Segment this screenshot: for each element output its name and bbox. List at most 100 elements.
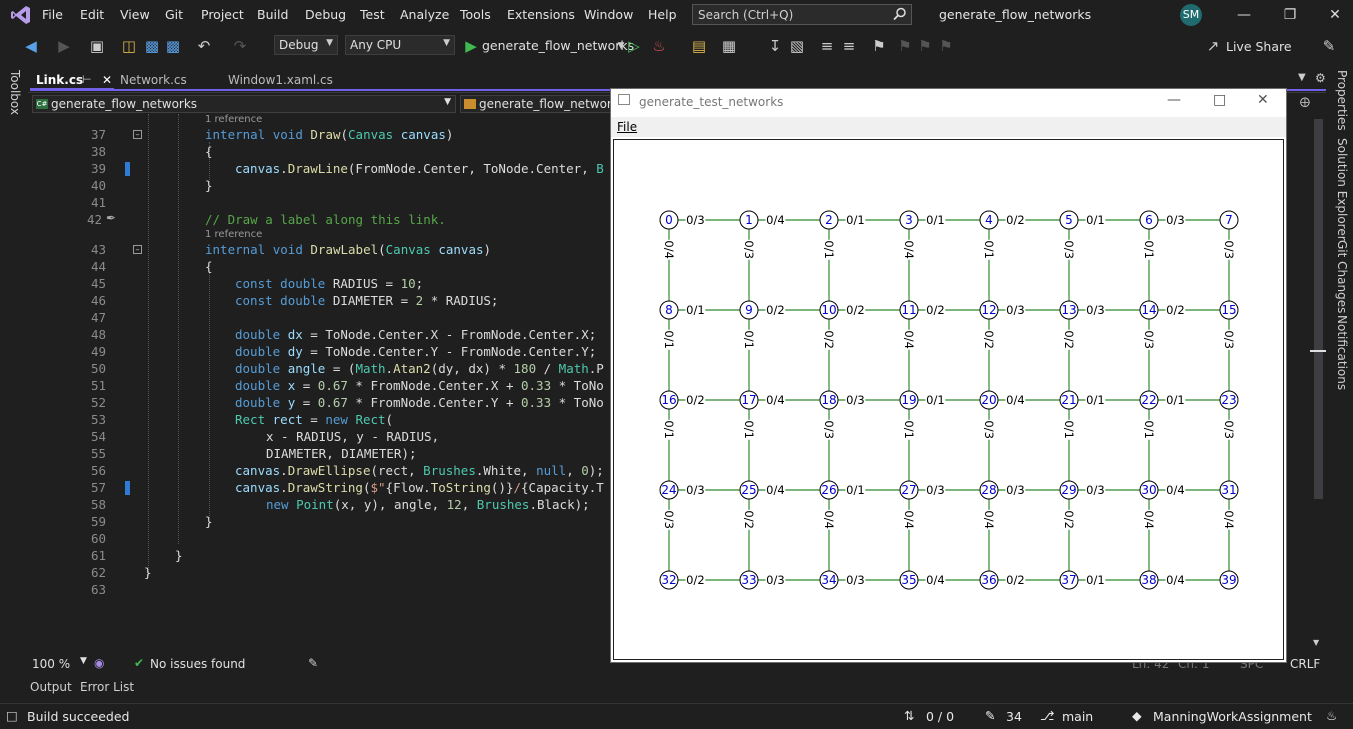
node-id-label: 25 — [741, 483, 756, 497]
network-canvas[interactable]: 0/3 0/4 0/1 0/1 0/2 0/1 0/3 0/1 0/2 0/2 0/2 0/3 0/3 0… — [613, 139, 1284, 660]
menu-view[interactable]: View — [120, 7, 150, 22]
start-without-debugging-icon[interactable]: ▷ — [625, 37, 643, 55]
solution-explorer-icon[interactable]: ▤ — [690, 37, 708, 55]
minimize-icon[interactable]: — — [1233, 4, 1255, 26]
code-line: x - RADIUS, y - RADIUS, — [266, 429, 440, 444]
app-menu-file[interactable]: File — [617, 120, 637, 134]
repository-name[interactable]: ManningWorkAssignment — [1153, 709, 1312, 724]
menu-analyze[interactable]: Analyze — [400, 7, 449, 22]
editor-scrollbar[interactable]: ▼ — [1310, 114, 1326, 654]
app-window[interactable]: generate_test_networks — □ ✕ File 0/3 0/4… — [610, 88, 1287, 663]
user-avatar[interactable]: SM — [1180, 4, 1202, 26]
split-icon[interactable]: ⨁ — [1300, 97, 1310, 108]
toolbox-tab[interactable]: Toolbox — [8, 70, 22, 115]
menu-help[interactable]: Help — [648, 7, 677, 22]
git-changes-tab[interactable]: Git Changes — [1335, 240, 1349, 313]
save-icon[interactable]: ▩ — [143, 37, 161, 55]
pending-changes[interactable]: 34 — [1006, 709, 1022, 724]
notifications-tab[interactable]: Notifications — [1335, 315, 1349, 390]
platform-select[interactable]: Any CPU ▼ — [345, 35, 455, 55]
back-icon[interactable]: ◀ — [22, 37, 40, 55]
node-id-label: 27 — [901, 483, 916, 497]
codelens-reference[interactable]: 1 reference — [205, 229, 262, 240]
configuration-value: Debug — [279, 38, 319, 52]
title-bar: File Edit View Git Project Build Debug T… — [0, 0, 1353, 30]
restore-icon[interactable]: ❐ — [1279, 4, 1301, 26]
tab-window1-xaml-cs[interactable]: Window1.xaml.cs — [222, 70, 333, 90]
solution-explorer-tab[interactable]: Solution Explorer — [1335, 138, 1349, 241]
scrollbar-thumb[interactable] — [1314, 119, 1323, 499]
menu-extensions[interactable]: Extensions — [507, 7, 575, 22]
app-close-icon[interactable]: ✕ — [1257, 92, 1269, 108]
menu-tools[interactable]: Tools — [460, 7, 491, 22]
bookmark-clear-icon[interactable]: ⚑ — [937, 37, 955, 55]
link-flow-label: 0/1 — [846, 483, 865, 497]
code-line: } — [205, 514, 213, 529]
codelens-reference[interactable]: 1 reference — [205, 114, 262, 125]
tab-list-chevron-icon[interactable]: ▼ — [1298, 72, 1306, 83]
configuration-select[interactable]: Debug ▼ — [274, 35, 338, 55]
menu-debug[interactable]: Debug — [305, 7, 346, 22]
forward-icon[interactable]: ▶ — [55, 37, 73, 55]
app-maximize-icon[interactable]: □ — [1213, 92, 1226, 108]
menu-git[interactable]: Git — [165, 7, 183, 22]
menu-project[interactable]: Project — [201, 7, 244, 22]
menu-file[interactable]: File — [42, 7, 63, 22]
tab-error-list[interactable]: Error List — [80, 680, 134, 694]
close-icon[interactable]: ✕ — [1324, 4, 1346, 26]
line-number: 51 — [90, 378, 106, 393]
window-icon[interactable]: ▧ — [788, 37, 806, 55]
menu-edit[interactable]: Edit — [80, 7, 104, 22]
collapse-icon[interactable]: – — [133, 130, 142, 139]
copilot-icon[interactable]: ◉ — [94, 656, 104, 670]
live-share-button[interactable]: Live Share — [1226, 39, 1292, 54]
bookmark-icon[interactable]: ⚑ — [870, 37, 888, 55]
menu-build[interactable]: Build — [257, 7, 288, 22]
start-debugging-icon[interactable]: ▶ — [462, 37, 480, 55]
flow-network-graph: 0/3 0/4 0/1 0/1 0/2 0/1 0/3 0/1 0/2 0/2 0/2 0/3 0/3 0… — [659, 210, 1239, 590]
collapse-icon[interactable]: – — [133, 245, 142, 254]
search-input[interactable]: Search (Ctrl+Q) — [692, 4, 912, 25]
branch-name[interactable]: main — [1062, 709, 1093, 724]
settings-gear-icon[interactable]: ⚙ — [1315, 71, 1326, 85]
notifications-bell-icon[interactable]: ♨ — [1326, 708, 1337, 723]
live-share-icon[interactable]: ↗ — [1204, 37, 1222, 55]
step-icon[interactable]: ↧ — [766, 37, 784, 55]
layout-icon[interactable]: ▦ — [720, 37, 738, 55]
hot-reload-icon[interactable]: ♨ — [650, 37, 668, 55]
pin-icon[interactable]: ⊢ — [82, 70, 92, 90]
new-project-icon[interactable]: ▣ — [88, 37, 106, 55]
line-ending-indicator[interactable]: CRLF — [1290, 657, 1320, 671]
link-flow-label: 0/3 — [1086, 303, 1105, 317]
bookmark-prev-icon[interactable]: ⚑ — [896, 37, 914, 55]
tab-link-cs[interactable]: Link.cs ⊢ ✕ — [30, 70, 114, 90]
open-folder-icon[interactable]: ◫ — [120, 37, 138, 55]
link-flow-label: 0/3 — [662, 510, 676, 529]
menu-test[interactable]: Test — [360, 7, 385, 22]
issues-status[interactable]: No issues found — [150, 657, 245, 671]
undo-icon[interactable]: ↶ — [195, 37, 213, 55]
scroll-down-icon[interactable]: ▼ — [1313, 638, 1319, 647]
properties-tab[interactable]: Properties — [1335, 70, 1349, 131]
close-tab-icon[interactable]: ✕ — [102, 70, 112, 90]
project-scope-select[interactable]: C# generate_flow_networks ▼ — [32, 95, 456, 113]
outdent-icon[interactable]: ≡ — [840, 37, 858, 55]
project-scope-value: generate_flow_networks — [51, 97, 198, 111]
app-minimize-icon[interactable]: — — [1167, 92, 1181, 108]
tab-network-cs[interactable]: Network.cs — [114, 70, 187, 90]
tab-output[interactable]: Output — [30, 680, 72, 694]
chevron-down-icon[interactable]: ▼ — [80, 656, 87, 666]
push-pull-count[interactable]: 0 / 0 — [926, 709, 954, 724]
visual-studio-logo-icon[interactable] — [10, 4, 32, 26]
zoom-level[interactable]: 100 % — [32, 657, 70, 671]
redo-icon[interactable]: ↷ — [231, 37, 249, 55]
quick-actions-icon[interactable]: ✒ — [106, 211, 116, 225]
feedback-icon[interactable]: ✎ — [1320, 37, 1338, 55]
indent-icon[interactable]: ≡ — [818, 37, 836, 55]
save-all-icon[interactable]: ▩ — [164, 37, 182, 55]
bookmark-next-icon[interactable]: ⚑ — [916, 37, 934, 55]
app-title-bar[interactable]: generate_test_networks — □ ✕ — [611, 89, 1286, 117]
cleanup-icon[interactable]: ✎ — [308, 656, 318, 670]
menu-window[interactable]: Window — [584, 7, 633, 22]
link-flow-label: 0/3 — [686, 213, 705, 227]
